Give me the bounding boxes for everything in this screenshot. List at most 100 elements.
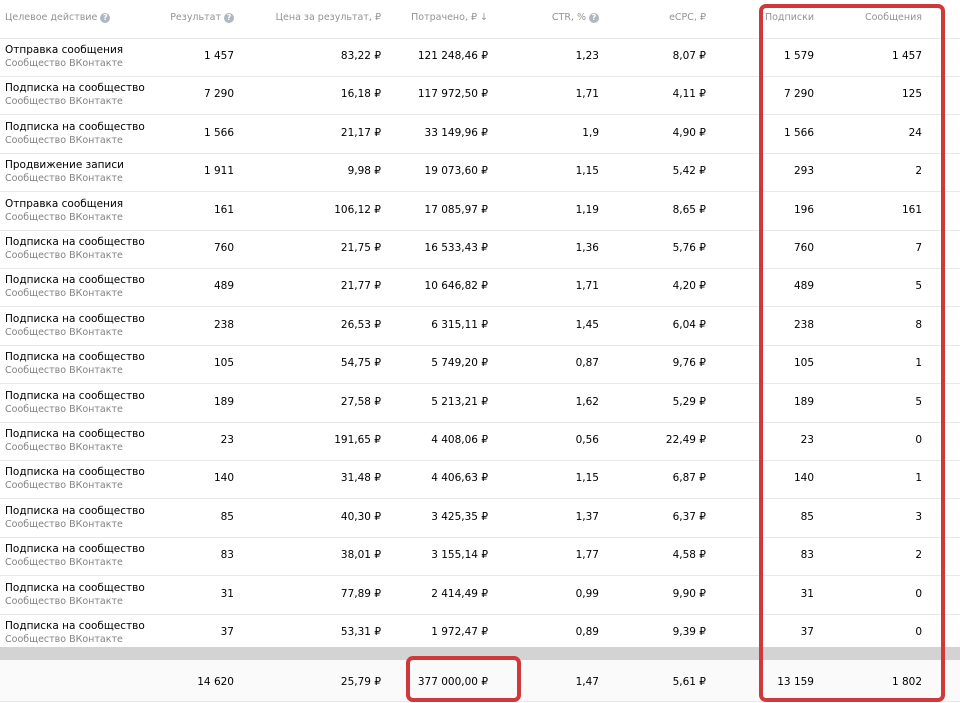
action-source: Сообщество ВКонтакте xyxy=(5,557,123,569)
action-title: Отправка сообщения xyxy=(5,197,124,210)
action-source: Сообщество ВКонтакте xyxy=(5,480,123,492)
cell-cost-per-result: 31,48 ₽ xyxy=(340,472,381,485)
cell-cost-per-result: 40,30 ₽ xyxy=(340,510,381,523)
column-header-ctr[interactable]: CTR, % ? xyxy=(552,12,599,23)
cell-spent: 16 533,43 ₽ xyxy=(424,242,488,254)
cell-ecpc: 4,11 ₽ xyxy=(672,88,706,101)
cell-spent: 5 213,21 ₽ xyxy=(431,395,488,408)
cell-ctr: 1,9 xyxy=(582,126,599,139)
cell-ecpc: 22,49 ₽ xyxy=(665,434,706,446)
cell-spent: 17 085,97 ₽ xyxy=(424,203,488,216)
total-ecpc: 5,61 ₽ xyxy=(672,676,706,688)
cell-cost-per-result: 83,22 ₽ xyxy=(340,50,381,62)
cell-spent: 10 646,82 ₽ xyxy=(424,280,488,293)
column-header-result[interactable]: Результат ? xyxy=(170,12,234,23)
column-header-cost-per-result[interactable]: Цена за результат, ₽ xyxy=(276,12,381,23)
action-title: Подписка на сообщество xyxy=(5,466,145,479)
action-title: Продвижение записи xyxy=(5,159,124,172)
cell-spent: 4 406,63 ₽ xyxy=(431,472,488,485)
cell-ctr: 0,89 xyxy=(575,626,599,638)
cell-ecpc: 6,37 ₽ xyxy=(672,510,706,523)
action-title: Подписка на сообщество xyxy=(5,236,145,248)
total-ctr: 1,47 xyxy=(575,676,599,688)
cell-ecpc: 4,20 ₽ xyxy=(672,280,706,293)
cell-result: 189 xyxy=(213,395,234,408)
cell-result: 140 xyxy=(213,472,234,485)
cell-cost-per-result: 21,75 ₽ xyxy=(340,242,381,254)
cell-ecpc: 6,87 ₽ xyxy=(672,472,706,485)
action-cell: Подписка на сообщество Сообщество ВКонтак… xyxy=(5,235,145,263)
column-header-ecpc[interactable]: eCPC, ₽ xyxy=(669,12,706,23)
cell-cost-per-result: 16,18 ₽ xyxy=(340,88,381,101)
action-title: Подписка на сообщество xyxy=(5,312,145,325)
cell-result: 37 xyxy=(220,626,234,638)
action-cell: Отправка сообщения Сообщество ВКонтакте xyxy=(5,43,123,71)
highlight-subscriptions-messages xyxy=(759,4,945,702)
action-cell: Отправка сообщения Сообщество ВКонтакте xyxy=(5,197,123,225)
action-title: Подписка на сообщество xyxy=(5,581,145,594)
cell-ctr: 1,71 xyxy=(575,88,599,101)
cell-result: 1 911 xyxy=(203,165,234,178)
cell-result: 85 xyxy=(220,510,234,523)
action-source: Сообщество ВКонтакте xyxy=(5,326,123,338)
column-header-cost-per-result-label: Цена за результат, ₽ xyxy=(275,12,381,23)
action-title: Отправка сообщения xyxy=(5,44,124,56)
cell-ctr: 0,87 xyxy=(575,357,599,370)
cell-result: 489 xyxy=(213,280,234,293)
column-header-spent[interactable]: Потрачено, ₽ ↓ xyxy=(411,12,488,23)
action-cell: Продвижение записи Сообщество ВКонтакте xyxy=(5,158,124,186)
cell-ctr: 0,99 xyxy=(575,587,599,600)
cell-ctr: 1,19 xyxy=(575,203,599,216)
action-title: Подписка на сообщество xyxy=(5,543,145,556)
help-icon[interactable]: ? xyxy=(224,12,234,23)
cell-ecpc: 5,29 ₽ xyxy=(672,395,706,408)
cell-result: 161 xyxy=(213,203,234,216)
column-header-ecpc-label: eCPC, ₽ xyxy=(669,12,706,23)
column-header-result-label: Результат xyxy=(170,12,221,23)
action-cell: Подписка на сообщество Сообщество ВКонтак… xyxy=(5,619,145,647)
cell-result: 31 xyxy=(220,587,234,600)
cell-cost-per-result: 26,53 ₽ xyxy=(340,318,381,331)
action-source: Сообщество ВКонтакте xyxy=(5,173,123,185)
cell-result: 1 457 xyxy=(203,50,234,62)
action-cell: Подписка на сообщество Сообщество ВКонтак… xyxy=(5,389,145,417)
action-cell: Подписка на сообщество Сообщество ВКонтак… xyxy=(5,81,145,109)
action-title: Подписка на сообщество xyxy=(5,620,145,632)
action-title: Подписка на сообщество xyxy=(5,351,145,364)
cell-spent: 1 972,47 ₽ xyxy=(431,626,488,638)
action-source: Сообщество ВКонтакте xyxy=(5,288,123,300)
cell-ecpc: 9,76 ₽ xyxy=(672,357,706,370)
cell-spent: 3 425,35 ₽ xyxy=(431,510,488,523)
total-result: 14 620 xyxy=(197,676,234,688)
help-icon[interactable]: ? xyxy=(589,12,599,23)
cell-spent: 19 073,60 ₽ xyxy=(424,165,488,178)
cell-ecpc: 5,76 ₽ xyxy=(672,242,706,254)
action-title: Подписка на сообщество xyxy=(5,274,145,287)
cell-ecpc: 4,58 ₽ xyxy=(672,549,706,562)
action-source: Сообщество ВКонтакте xyxy=(5,634,123,645)
action-title: Подписка на сообщество xyxy=(5,428,145,440)
cell-ctr: 1,15 xyxy=(575,165,599,178)
cell-ecpc: 9,39 ₽ xyxy=(672,626,706,638)
cell-ctr: 1,77 xyxy=(575,549,599,562)
action-cell: Подписка на сообщество Сообщество ВКонтак… xyxy=(5,427,145,455)
cell-ecpc: 4,90 ₽ xyxy=(672,126,706,139)
cell-ctr: 1,23 xyxy=(575,50,599,62)
cell-result: 105 xyxy=(213,357,234,370)
cell-ecpc: 9,90 ₽ xyxy=(672,587,706,600)
cell-spent: 5 749,20 ₽ xyxy=(431,357,488,370)
cell-spent: 6 315,11 ₽ xyxy=(431,318,488,331)
action-source: Сообщество ВКонтакте xyxy=(5,211,123,223)
action-cell: Подписка на сообщество Сообщество ВКонтак… xyxy=(5,465,145,493)
cell-ecpc: 8,65 ₽ xyxy=(672,203,706,216)
cell-cost-per-result: 27,58 ₽ xyxy=(340,395,381,408)
cell-cost-per-result: 54,75 ₽ xyxy=(340,357,381,370)
cell-spent: 2 414,49 ₽ xyxy=(431,587,488,600)
help-icon[interactable]: ? xyxy=(100,12,111,23)
column-header-action[interactable]: Целевое действие ? xyxy=(5,12,111,23)
action-title: Подписка на сообщество xyxy=(5,504,145,517)
action-source: Сообщество ВКонтакте xyxy=(5,134,123,146)
cell-cost-per-result: 38,01 ₽ xyxy=(340,549,381,562)
cell-ctr: 1,45 xyxy=(575,318,599,331)
cell-spent: 33 149,96 ₽ xyxy=(424,126,488,139)
